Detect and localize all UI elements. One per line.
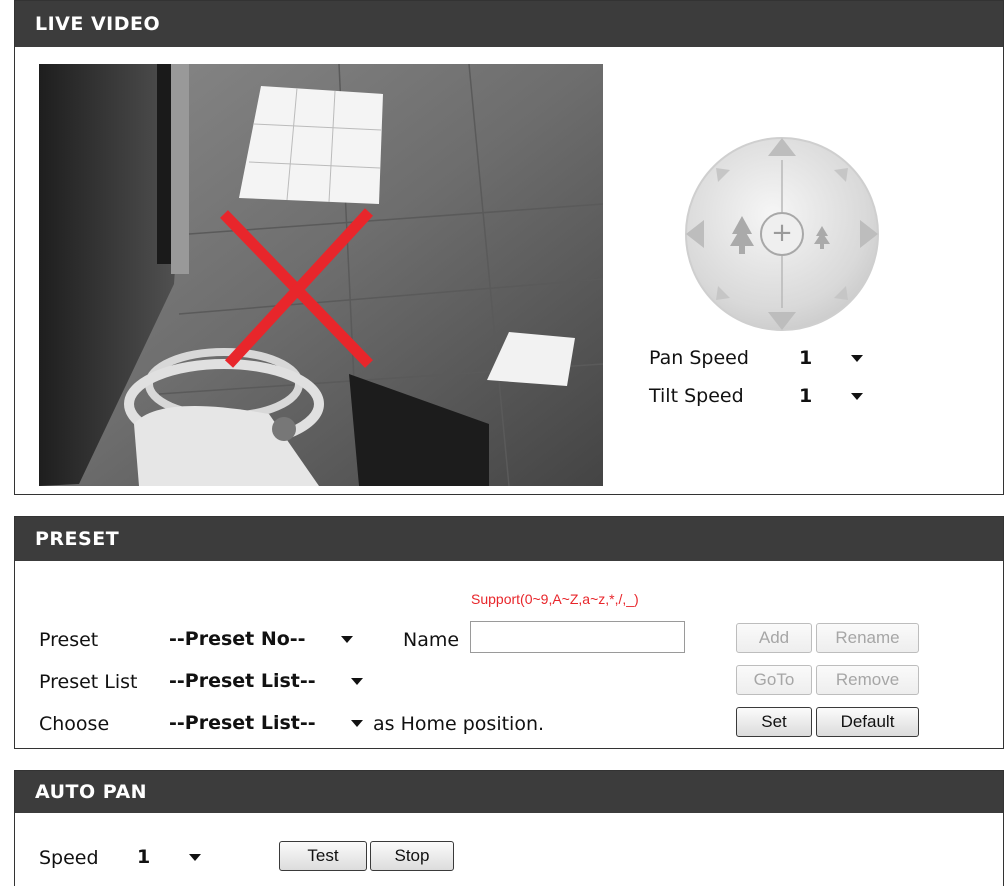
add-button[interactable]: Add (736, 623, 812, 653)
live-video-header: LIVE VIDEO (15, 1, 1003, 47)
set-button[interactable]: Set (736, 707, 812, 737)
test-button[interactable]: Test (279, 841, 367, 871)
preset-name-input[interactable] (470, 621, 685, 653)
home-preset-select[interactable]: --Preset List-- (161, 707, 371, 739)
chevron-down-icon (351, 720, 363, 727)
live-video-section: LIVE VIDEO + Pan Speed 1 Tilt Speed 1 (14, 0, 1004, 495)
auto-pan-speed-value: 1 (137, 846, 151, 868)
preset-section: PRESET Support(0~9,A~Z,a~z,*,/,_) Preset… (14, 516, 1004, 749)
pan-speed-label: Pan Speed (649, 347, 749, 369)
preset-list-select[interactable]: --Preset List-- (161, 665, 371, 697)
auto-pan-header: AUTO PAN (15, 771, 1003, 813)
video-feed[interactable] (39, 64, 603, 486)
home-preset-value: --Preset List-- (169, 712, 316, 734)
camera-image (39, 64, 603, 486)
default-button[interactable]: Default (816, 707, 919, 737)
preset-number-select[interactable]: --Preset No-- (161, 623, 361, 655)
pan-speed-value: 1 (799, 347, 813, 369)
ptz-control-wheel[interactable]: + (682, 134, 882, 334)
tilt-speed-select[interactable]: 1 (791, 380, 871, 412)
preset-list-value: --Preset List-- (169, 670, 316, 692)
pan-speed-select[interactable]: 1 (791, 342, 871, 374)
chevron-down-icon (189, 854, 201, 861)
home-plus-icon: + (771, 218, 793, 248)
stop-button[interactable]: Stop (370, 841, 454, 871)
chevron-down-icon (851, 355, 863, 362)
preset-number-value: --Preset No-- (169, 628, 306, 650)
support-note: Support(0~9,A~Z,a~z,*,/,_) (471, 591, 639, 607)
preset-label: Preset (39, 629, 99, 651)
tilt-speed-label: Tilt Speed (649, 385, 744, 407)
choose-label: Choose (39, 713, 110, 735)
goto-button[interactable]: GoTo (736, 665, 812, 695)
auto-pan-section: AUTO PAN Speed 1 Test Stop (14, 770, 1004, 886)
chevron-down-icon (351, 678, 363, 685)
auto-pan-speed-label: Speed (39, 847, 99, 869)
auto-pan-speed-select[interactable]: 1 (129, 841, 209, 873)
preset-header: PRESET (15, 517, 1003, 561)
name-label: Name (403, 629, 460, 651)
tilt-speed-value: 1 (799, 385, 813, 407)
rename-button[interactable]: Rename (816, 623, 919, 653)
chevron-down-icon (341, 636, 353, 643)
remove-button[interactable]: Remove (816, 665, 919, 695)
preset-list-label: Preset List (39, 671, 138, 693)
chevron-down-icon (851, 393, 863, 400)
home-position-text: as Home position. (373, 713, 545, 735)
